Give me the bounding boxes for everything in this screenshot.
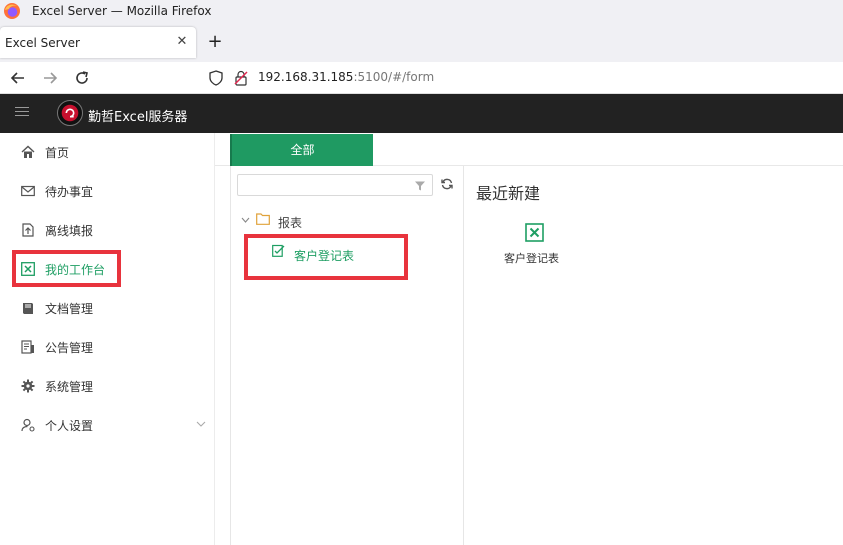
browser-tab-title: Excel Server [5,36,80,50]
highlight-box-sidebar [12,250,121,287]
sidebar-item-label: 离线填报 [45,224,94,238]
sidebar-item-announcements[interactable]: 公告管理 [0,328,215,367]
notice-icon [21,340,34,354]
mail-icon [21,185,35,197]
close-tab-icon[interactable]: ✕ [173,33,191,51]
sidebar-item-label: 系统管理 [45,380,94,394]
sidebar-item-system[interactable]: 系统管理 [0,367,215,406]
sidebar-item-personal-settings[interactable]: 个人设置 [0,406,215,445]
browser-tabstrip: Excel Server ✕ + [0,22,843,62]
firefox-logo-icon [4,3,20,19]
home-icon [21,145,35,158]
refresh-icon[interactable] [441,178,453,190]
tree-folder-reports[interactable]: 报表 [278,214,302,231]
forward-arrow-icon[interactable] [40,68,60,88]
sidebar-item-label: 首页 [45,146,70,160]
main-tabbar: 全部 [215,133,843,166]
sidebar-item-documents[interactable]: 文档管理 [0,289,215,328]
filter-icon[interactable] [414,180,426,192]
sidebar-item-label: 个人设置 [45,419,94,433]
url-path: :5100/#/form [353,70,435,84]
sidebar-item-home[interactable]: 首页 [0,133,215,172]
recent-title: 最近新建 [476,184,541,203]
tab-all[interactable]: 全部 [230,134,373,166]
sidebar-item-label: 公告管理 [45,341,94,355]
url-bar[interactable]: 192.168.31.185:5100/#/form [258,70,434,84]
gear-icon [21,379,35,393]
form-tree-panel: 报表 客户登记表 [230,166,464,545]
user-settings-icon [21,418,35,432]
reload-icon[interactable] [72,68,92,88]
sidebar-item-todo[interactable]: 待办事宜 [0,172,215,211]
recent-panel: 最近新建 客户登记表 [465,166,843,545]
hamburger-menu-icon[interactable] [15,107,29,119]
upload-doc-icon [22,223,34,237]
url-host: 192.168.31.185 [258,70,354,84]
app-header: 勤哲Excel服务器 [0,94,843,133]
excel-icon [525,223,544,242]
back-arrow-icon[interactable] [8,68,28,88]
sidebar-item-label: 待办事宜 [45,185,94,199]
window-titlebar: Excel Server — Mozilla Firefox [0,0,843,22]
tracking-shield-icon[interactable] [209,70,223,86]
caret-down-icon[interactable] [241,216,250,224]
tree-search-input[interactable] [237,174,433,196]
browser-tab[interactable]: Excel Server ✕ [0,27,196,58]
sidebar: 首页 待办事宜 离线填报 我的工作台 文档管理 公告管理 系统管理 个人设置 [0,133,215,545]
sidebar-item-label: 文档管理 [45,302,94,316]
recent-item-label: 客户登记表 [504,252,559,265]
book-icon [23,303,33,314]
app-name: 勤哲Excel服务器 [88,110,188,125]
app-logo [57,100,83,126]
folder-icon [256,213,270,225]
highlight-box-tree-item [244,234,408,280]
browser-navbar: 192.168.31.185:5100/#/form [0,62,843,94]
window-title: Excel Server — Mozilla Firefox [32,4,212,18]
chevron-down-icon[interactable] [196,419,206,429]
sidebar-item-offline-fill[interactable]: 离线填报 [0,211,215,250]
new-tab-button[interactable]: + [204,32,226,54]
insecure-lock-icon[interactable] [234,70,248,86]
